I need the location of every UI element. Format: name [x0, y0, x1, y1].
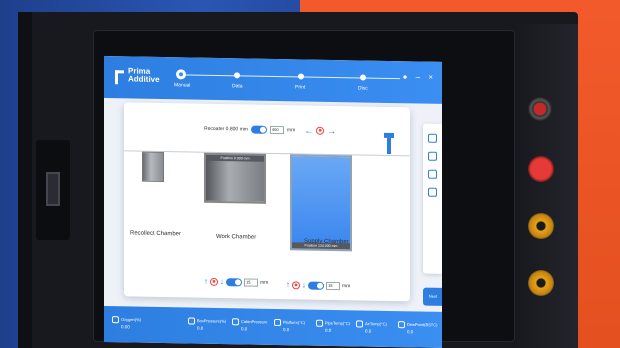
tool-icon-4[interactable]: [428, 187, 437, 197]
supply-value-input[interactable]: 15: [326, 281, 340, 291]
work-chamber-label: Work Chamber: [216, 233, 257, 241]
yellow-push-button-1[interactable]: [528, 213, 554, 239]
supply-chamber-label: Supply Chamber: [304, 238, 349, 246]
recoater-label: Recoater 0.800 mm: [204, 125, 248, 133]
supply-stop-icon[interactable]: ■: [292, 281, 300, 290]
red-push-button[interactable]: [528, 156, 554, 182]
hammer-icon[interactable]: [384, 132, 394, 155]
arrow-right-icon[interactable]: →: [327, 125, 336, 135]
logo-line-2: Additive: [128, 74, 160, 84]
stat-dew-point: DewPoint(BSTC) 0.0: [398, 321, 437, 335]
work-stop-icon[interactable]: ■: [210, 277, 218, 286]
control-panel-side: [512, 24, 578, 348]
app-logo: Prima Additive: [128, 66, 160, 84]
recoater-toggle[interactable]: [250, 125, 267, 134]
chamber-control-card: Recoater 0.800 mm 400 mm ← ■ → Recollect…: [124, 102, 410, 302]
supply-toggle[interactable]: [308, 281, 324, 290]
step-manual-dot[interactable]: [176, 69, 186, 80]
pressure-icon: [188, 317, 195, 325]
step-print-label: Print: [295, 84, 306, 91]
stat-platform-temp: Platform(°C) 0.0: [274, 318, 305, 333]
cabinet-edge: [18, 12, 32, 348]
emergency-stop-button[interactable]: [528, 97, 552, 121]
step-disc-dot[interactable]: [358, 72, 368, 82]
work-up-arrow-icon[interactable]: ↑: [204, 277, 208, 286]
tool-icon-2[interactable]: [428, 151, 437, 161]
header-bar: Prima Additive Manual Data Print Disc ● …: [104, 56, 442, 104]
platform-temp-icon: [274, 318, 281, 327]
stat-cabin-pressure: CabinPressure 0.0: [232, 318, 267, 332]
work-down-arrow-icon[interactable]: ↓: [220, 277, 224, 286]
step-print-dot[interactable]: [296, 71, 306, 81]
step-manual-label: Manual: [174, 82, 191, 89]
tool-icon-3[interactable]: [428, 169, 437, 179]
window-controls[interactable]: ● – ×: [403, 72, 436, 82]
arrow-left-icon[interactable]: ←: [304, 125, 313, 135]
recoater-stop-icon[interactable]: ■: [316, 126, 325, 135]
stat-oxygen: Oxygen(%) 0.00: [112, 316, 141, 330]
supply-chamber-graphic: Position 134.000 mm: [290, 154, 352, 252]
recoater-control-row: Recoater 0.800 mm 400 mm ← ■ →: [204, 122, 336, 138]
air-temp-icon: [356, 320, 363, 328]
step-disc-label: Disc: [358, 85, 368, 92]
pipe-temp-icon: [316, 319, 323, 327]
supply-unit: mm: [342, 283, 351, 290]
step-data-dot[interactable]: [232, 70, 242, 80]
stat-pipe-temp: PipeTemp(°C) 0.0: [316, 319, 350, 334]
supply-up-arrow-icon[interactable]: ↑: [286, 280, 290, 289]
recoater-value-input[interactable]: 400: [269, 125, 284, 135]
work-value-input[interactable]: 15: [244, 278, 258, 287]
side-tool-column: [423, 123, 442, 274]
latch-handle[interactable]: [46, 172, 60, 206]
dew-point-icon: [398, 321, 405, 329]
recoater-unit: mm: [286, 127, 296, 134]
stat-box-pressure: BoxPressure(%) 0.0: [188, 317, 226, 331]
stat-air-temp: AirTemp(°C) 0.0: [356, 320, 387, 334]
step-data-label: Data: [232, 83, 243, 90]
yellow-push-button-2[interactable]: [528, 270, 554, 296]
oxygen-icon: [112, 316, 119, 324]
tool-icon-1[interactable]: [428, 133, 437, 143]
work-unit: mm: [260, 279, 269, 286]
status-footer: Oxygen(%) 0.00 BoxPressure(%) 0.0 CabinP…: [104, 306, 442, 348]
supply-down-arrow-icon[interactable]: ↓: [302, 280, 306, 289]
work-chamber-controls: ↑ ■ ↓ 15 mm: [204, 277, 269, 287]
logo-icon: [115, 70, 124, 85]
cabin-pressure-icon: [232, 318, 239, 326]
work-toggle[interactable]: [226, 278, 242, 287]
recollect-chamber-label: Recollect Chamber: [130, 230, 182, 238]
work-chamber-graphic: Position 0.000 mm: [204, 152, 266, 204]
recollect-chamber-graphic: [142, 151, 164, 183]
work-position-label: Position 0.000 mm: [206, 154, 264, 162]
hmi-screen: Prima Additive Manual Data Print Disc ● …: [104, 56, 442, 348]
supply-chamber-controls: ↑ ■ ↓ 15 mm: [286, 280, 351, 291]
next-button[interactable]: Next: [423, 287, 442, 306]
recoater-rail: [124, 150, 410, 157]
